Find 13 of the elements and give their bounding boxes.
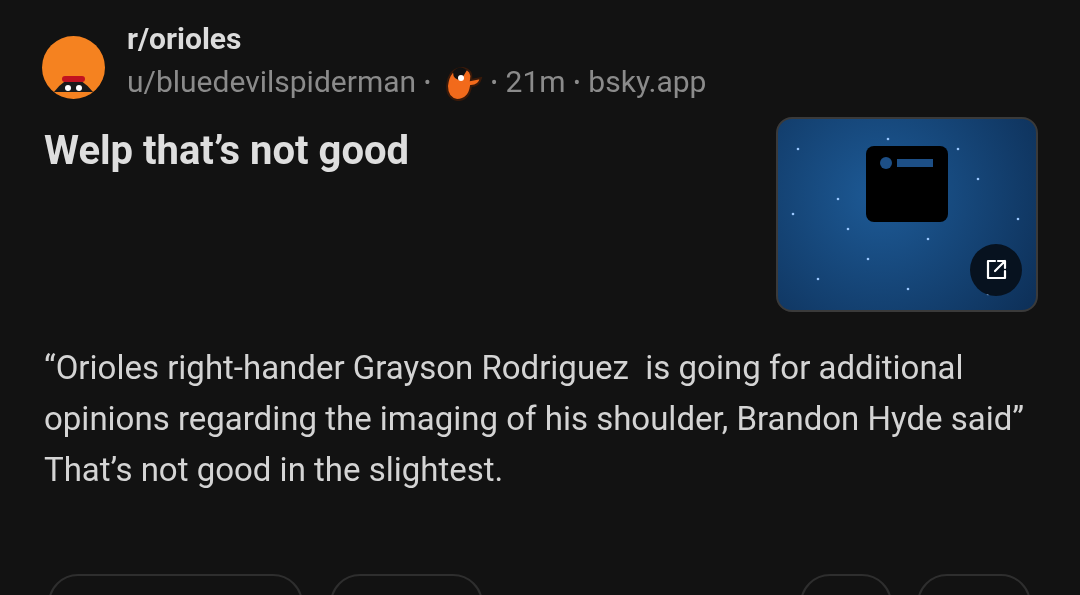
subreddit-avatar[interactable] [42, 36, 105, 99]
separator-dot: • [490, 69, 498, 96]
separator-dot: • [573, 69, 581, 96]
subreddit-name[interactable]: r/orioles [127, 20, 707, 58]
separator-dot: • [424, 69, 431, 96]
external-link-icon [984, 258, 1008, 282]
post-title[interactable]: Welp that’s not good [44, 127, 410, 312]
external-link-button[interactable] [970, 244, 1022, 296]
post-age: 21m [505, 63, 566, 101]
webpage-icon [866, 146, 948, 222]
link-domain[interactable]: bsky.app [588, 60, 707, 104]
post-body: “Orioles right-hander Grayson Rodriguez is going for additional opinions regarding the imaging of his shoulder, Brandon Hyde said” That’s not good in the slightest. [43, 347, 1026, 491]
author-name[interactable]: u/bluedevilspiderman [127, 60, 417, 104]
